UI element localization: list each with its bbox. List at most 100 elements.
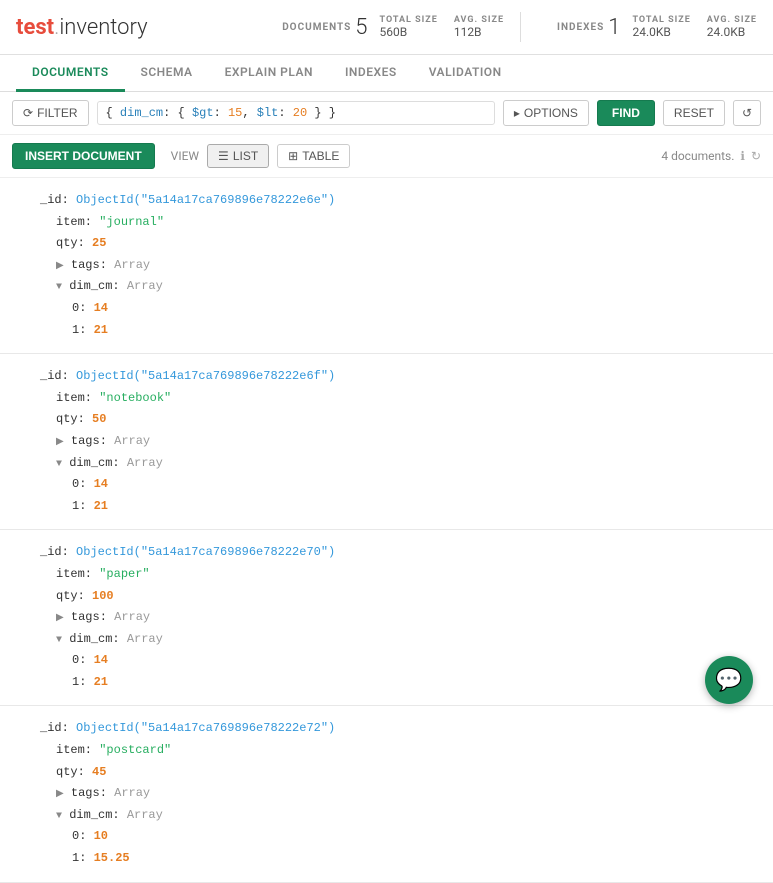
list-item: ▼ dim_cm: Array [40, 805, 757, 827]
id-val-1: ObjectId("5a14a17ca769896e78222e6f") [76, 369, 335, 383]
collapse-arrow-icon[interactable]: ▼ [56, 811, 62, 822]
expand-arrow-icon[interactable]: ▶ [56, 613, 64, 624]
indexes-count: 1 [608, 15, 620, 40]
item-key: item: [56, 743, 99, 757]
list-label: LIST [233, 149, 258, 163]
refresh-icon[interactable]: ↻ [751, 149, 761, 163]
list-item: ▼ dim_cm: Array [40, 276, 757, 298]
filter-lt-key: $lt [257, 106, 279, 120]
tab-schema[interactable]: SCHEMA [125, 55, 209, 92]
dim1-val-1: 21 [94, 499, 108, 513]
filter-lt-val: 20 [293, 106, 307, 120]
tab-indexes[interactable]: INDEXES [329, 55, 413, 92]
list-item: ▶ tags: Array [40, 607, 757, 629]
tags-type-3: Array [114, 786, 150, 800]
reset-button[interactable]: RESET [663, 100, 725, 126]
dim1-key: 1: [72, 499, 94, 513]
qty-val-3: 45 [92, 765, 106, 779]
list-item: qty: 100 [40, 586, 757, 608]
list-item: 0: 14 [40, 650, 757, 672]
tab-documents[interactable]: DOCUMENTS [16, 55, 125, 92]
filter-colon1: : { [163, 106, 192, 120]
indexes-stats: INDEXES 1 TOTAL SIZE 24.0KB AVG. SIZE 24… [557, 15, 757, 40]
docs-total-size-block: TOTAL SIZE 560B [380, 15, 438, 39]
table-icon: ⊞ [288, 149, 298, 163]
list-item: qty: 25 [40, 233, 757, 255]
list-item: 1: 15.25 [40, 848, 757, 870]
list-item: _id: ObjectId("5a14a17ca769896e78222e72"… [40, 718, 757, 740]
collapse-arrow-icon[interactable]: ▼ [56, 635, 62, 646]
dim1-val-0: 21 [94, 323, 108, 337]
options-label: OPTIONS [524, 106, 578, 120]
table-row: _id: ObjectId("5a14a17ca769896e78222e72"… [0, 706, 773, 882]
docs-size-info: TOTAL SIZE 560B AVG. SIZE 112B [380, 15, 505, 39]
list-item: qty: 45 [40, 762, 757, 784]
dim1-key: 1: [72, 851, 94, 865]
tab-explain-plan[interactable]: EXPLAIN PLAN [209, 55, 329, 92]
dim_cm-type-2: Array [127, 632, 163, 646]
docs-avg-size-block: AVG. SIZE 112B [454, 15, 504, 39]
list-icon: ☰ [218, 149, 229, 163]
filter-dim_cm-key: dim_cm [120, 106, 163, 120]
list-view-button[interactable]: ☰ LIST [207, 144, 269, 168]
documents-stats: DOCUMENTS 5 TOTAL SIZE 560B AVG. SIZE 11… [282, 15, 504, 40]
app-logo[interactable]: test.inventory [16, 15, 148, 40]
item-val-0: "journal" [99, 215, 164, 229]
options-button[interactable]: ▸ OPTIONS [503, 100, 589, 126]
nav-tabs: DOCUMENTS SCHEMA EXPLAIN PLAN INDEXES VA… [0, 55, 773, 92]
dim_cm-type-1: Array [127, 456, 163, 470]
docs-count: 5 [355, 15, 367, 40]
collapse-arrow-icon[interactable]: ▼ [56, 282, 62, 293]
history-button[interactable]: ↺ [733, 100, 761, 126]
list-item: item: "postcard" [40, 740, 757, 762]
collapse-arrow-icon[interactable]: ▼ [56, 459, 62, 470]
table-view-button[interactable]: ⊞ TABLE [277, 144, 350, 168]
find-button[interactable]: FIND [597, 100, 655, 126]
id-key: _id: [40, 193, 76, 207]
expand-arrow-icon[interactable]: ▶ [56, 437, 64, 448]
filter-brace-open: { [106, 106, 120, 120]
qty-key: qty: [56, 765, 92, 779]
list-item: _id: ObjectId("5a14a17ca769896e78222e6e"… [40, 190, 757, 212]
dim0-key: 0: [72, 301, 94, 315]
dim0-val-1: 14 [94, 477, 108, 491]
filter-button[interactable]: ⟳ FILTER [12, 100, 89, 126]
expand-arrow-icon[interactable]: ▶ [56, 261, 64, 272]
doc-count: 4 documents. ℹ ↻ [661, 149, 761, 163]
list-item: qty: 50 [40, 409, 757, 431]
dim0-key: 0: [72, 477, 94, 491]
id-key: _id: [40, 545, 76, 559]
id-val-2: ObjectId("5a14a17ca769896e78222e70") [76, 545, 335, 559]
chat-widget[interactable]: 💬 [705, 656, 753, 704]
docs-total-size-label: TOTAL SIZE [380, 15, 438, 25]
indexes-avg-size-block: AVG. SIZE 24.0KB [707, 15, 757, 39]
dim0-val-2: 14 [94, 653, 108, 667]
docs-label: DOCUMENTS [282, 22, 351, 33]
dim0-key: 0: [72, 829, 94, 843]
qty-key: qty: [56, 236, 92, 250]
table-label: TABLE [302, 149, 339, 163]
qty-key: qty: [56, 412, 92, 426]
logo-inventory: inventory [59, 15, 147, 40]
filter-gt-val: 15 [228, 106, 242, 120]
list-item: 0: 14 [40, 474, 757, 496]
insert-document-button[interactable]: INSERT DOCUMENT [12, 143, 155, 169]
item-val-2: "paper" [99, 567, 149, 581]
filter-query-display[interactable]: { dim_cm: { $gt: 15, $lt: 20 } } [97, 101, 495, 125]
filter-colon2: : [214, 106, 228, 120]
expand-arrow-icon[interactable]: ▶ [56, 789, 64, 800]
indexes-avg-size-label: AVG. SIZE [707, 15, 757, 25]
tab-validation[interactable]: VALIDATION [413, 55, 518, 92]
dim1-key: 1: [72, 675, 94, 689]
list-item: _id: ObjectId("5a14a17ca769896e78222e70"… [40, 542, 757, 564]
header: test.inventory DOCUMENTS 5 TOTAL SIZE 56… [0, 0, 773, 55]
indexes-total-size: 24.0KB [632, 25, 690, 39]
dim0-val-3: 10 [94, 829, 108, 843]
dim_cm-type-3: Array [127, 808, 163, 822]
qty-val-1: 50 [92, 412, 106, 426]
table-row: _id: ObjectId("5a14a17ca769896e78222e6e"… [0, 178, 773, 354]
logo-test: test [16, 15, 54, 40]
tags-key: tags: [71, 786, 114, 800]
list-item: 1: 21 [40, 496, 757, 518]
item-key: item: [56, 567, 99, 581]
